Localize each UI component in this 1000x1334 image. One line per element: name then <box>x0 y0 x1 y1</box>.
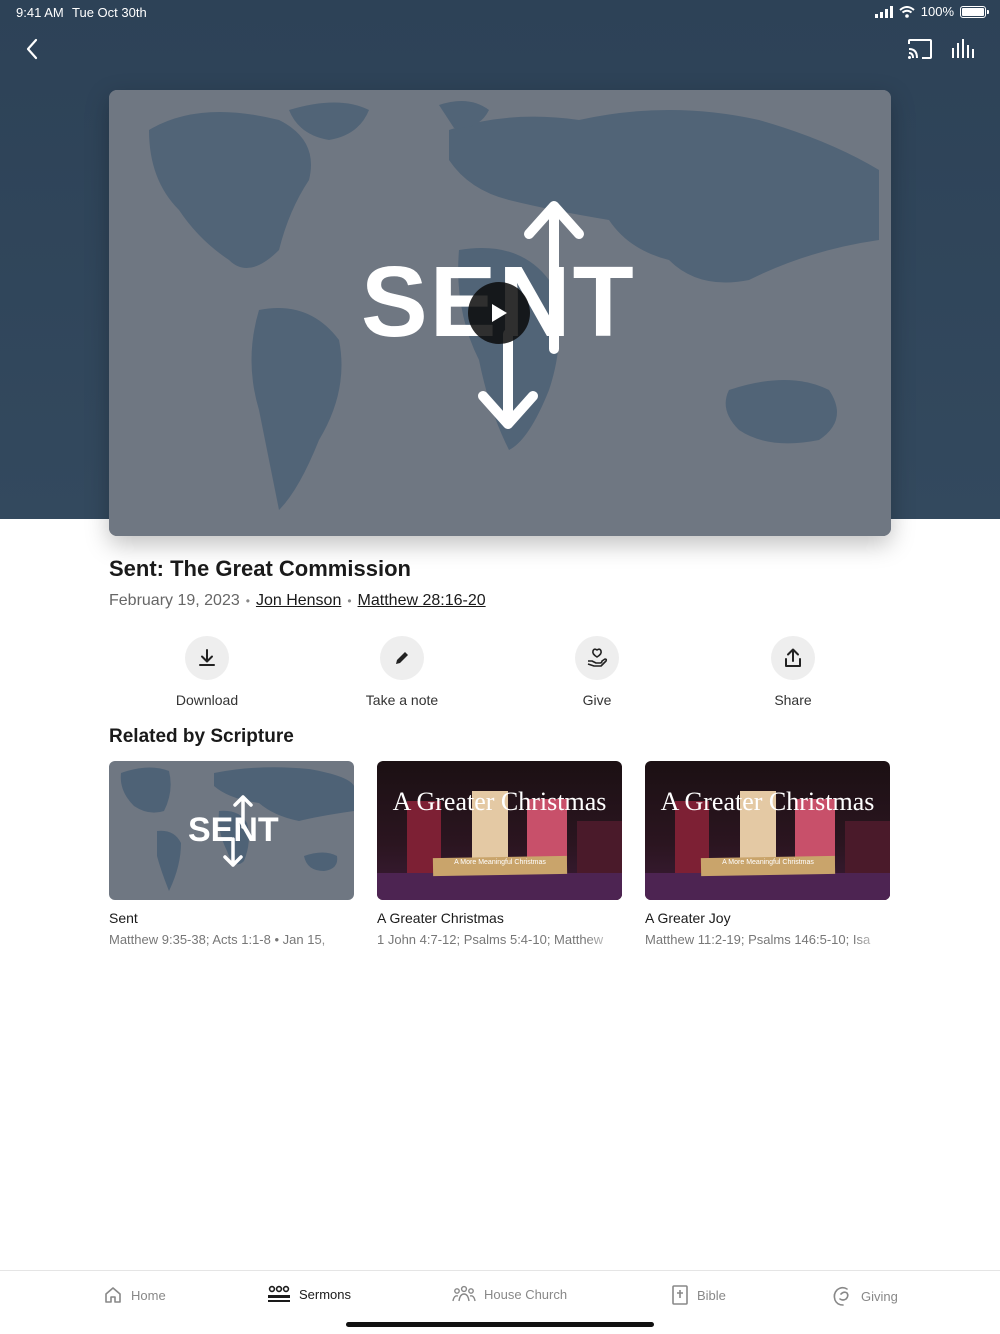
related-item-greater-christmas[interactable]: A Greater Christmas A More Meaningful Ch… <box>377 761 622 947</box>
status-indicators: 100% <box>874 4 989 19</box>
related-item-subtitle: 1 John 4:7-12; Psalms 5:4-10; Matthew <box>377 932 604 947</box>
separator-dot: • <box>347 594 352 608</box>
cellular-signal-icon <box>874 5 893 18</box>
related-heading: Related by Scripture <box>109 726 294 747</box>
house-church-icon <box>452 1285 476 1302</box>
battery-icon <box>960 5 989 18</box>
related-thumbnail: SENT <box>109 761 354 900</box>
sermon-date: February 19, 2023 <box>109 592 240 609</box>
related-item-subtitle: Matthew 9:35-38; Acts 1:1-8 • Jan 15, <box>109 932 326 947</box>
scripture-link[interactable]: Matthew 28:16-20 <box>358 592 486 610</box>
candles-artwork <box>377 791 622 900</box>
related-art-subtitle: A More Meaningful Christmas <box>454 859 546 866</box>
related-thumbnail: A Greater Christmas A More Meaningful Ch… <box>377 761 622 900</box>
tab-house-church-label: House Church <box>484 1286 568 1302</box>
video-player[interactable]: SENT <box>109 90 891 536</box>
sermons-icon <box>268 1285 290 1302</box>
audio-button[interactable] <box>948 34 978 64</box>
home-indicator <box>346 1322 654 1327</box>
tab-bible-label: Bible <box>697 1287 726 1303</box>
tab-home-label: Home <box>131 1287 166 1303</box>
tab-giving-label: Giving <box>861 1288 898 1304</box>
cast-button[interactable] <box>905 34 935 64</box>
related-item-title: A Greater Joy <box>645 910 731 926</box>
sermon-meta: February 19, 2023 • Jon Henson • Matthew… <box>109 592 486 610</box>
separator-dot: • <box>245 594 250 608</box>
down-arrow-graphic <box>478 330 538 429</box>
bible-icon <box>672 1285 688 1305</box>
speaker-link[interactable]: Jon Henson <box>256 592 341 610</box>
download-button[interactable]: Download <box>147 636 267 708</box>
status-bar: 9:41 AM Tue Oct 30th 100% <box>0 0 1000 24</box>
give-button[interactable]: Give <box>537 636 657 708</box>
chevron-left-icon <box>26 38 38 60</box>
candles-artwork <box>645 791 890 900</box>
related-item-title: Sent <box>109 910 138 926</box>
related-item-subtitle: Matthew 11:2-19; Psalms 146:5-10; Isa <box>645 932 871 947</box>
status-time: 9:41 AM <box>16 5 64 20</box>
giving-icon <box>833 1286 849 1306</box>
related-thumbnail: A Greater Christmas A More Meaningful Ch… <box>645 761 890 900</box>
battery-percent: 100% <box>920 4 954 19</box>
wifi-icon <box>899 5 915 18</box>
download-label: Download <box>175 692 239 708</box>
status-date: Tue Oct 30th <box>72 5 147 20</box>
tab-home[interactable]: Home <box>103 1285 166 1305</box>
give-label: Give <box>582 692 612 708</box>
share-button[interactable]: Share <box>733 636 853 708</box>
related-item-sent[interactable]: SENT Sent Matthew 9:35-38; Acts 1:1-8 • … <box>109 761 354 947</box>
pencil-icon <box>396 652 408 664</box>
related-art-title: A Greater Christmas <box>660 787 875 816</box>
share-icon <box>785 648 801 667</box>
related-item-greater-joy[interactable]: A Greater Christmas A More Meaningful Ch… <box>645 761 890 947</box>
take-note-button[interactable]: Take a note <box>342 636 462 708</box>
cast-icon <box>908 39 932 59</box>
related-art-subtitle: A More Meaningful Christmas <box>722 859 814 866</box>
home-icon <box>105 1287 121 1303</box>
sermon-title: Sent: The Great Commission <box>109 556 411 581</box>
tab-house-church[interactable]: House Church <box>452 1285 567 1303</box>
download-icon <box>199 649 215 666</box>
back-button[interactable] <box>17 34 47 64</box>
audio-bars-icon <box>952 39 974 58</box>
play-icon <box>492 304 507 322</box>
play-button[interactable] <box>468 282 530 344</box>
tab-sermons[interactable]: Sermons <box>267 1285 351 1303</box>
take-note-label: Take a note <box>365 692 439 708</box>
related-art-title: A Greater Christmas <box>392 787 607 816</box>
share-label: Share <box>774 692 812 708</box>
tab-bible[interactable]: Bible <box>671 1285 726 1305</box>
tab-giving[interactable]: Giving <box>831 1285 898 1307</box>
give-icon <box>587 648 608 667</box>
related-item-title: A Greater Christmas <box>377 910 504 926</box>
up-down-arrows-graphic <box>223 795 253 867</box>
tab-sermons-label: Sermons <box>299 1286 352 1302</box>
